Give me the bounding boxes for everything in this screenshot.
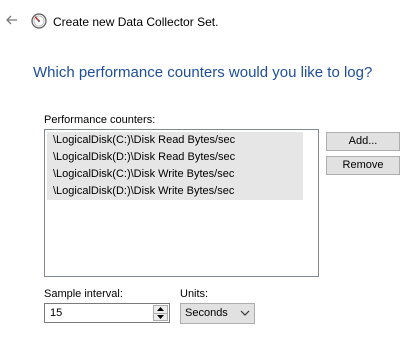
add-button[interactable]: Add...: [326, 132, 400, 151]
spin-up-button[interactable]: [153, 305, 168, 314]
back-arrow-icon: [6, 15, 17, 25]
spin-up-icon: [157, 307, 164, 312]
counter-list-item[interactable]: \LogicalDisk(D:)\Disk Read Bytes/sec: [47, 149, 303, 166]
counter-list-item[interactable]: \LogicalDisk(D:)\Disk Write Bytes/sec: [47, 183, 303, 200]
sample-interval-input[interactable]: [45, 304, 151, 322]
performance-counters-label: Performance counters:: [44, 114, 156, 126]
counter-list-item[interactable]: \LogicalDisk(C:)\Disk Write Bytes/sec: [47, 166, 303, 183]
page-headline: Which performance counters would you lik…: [33, 64, 373, 81]
data-collector-wizard: Create new Data Collector Set. Which per…: [0, 0, 418, 339]
spin-down-icon: [157, 314, 164, 319]
spin-buttons: [153, 305, 168, 321]
sample-interval-label: Sample interval:: [44, 288, 123, 300]
sample-interval-spinner: [44, 303, 170, 323]
counter-list-item[interactable]: \LogicalDisk(C:)\Disk Read Bytes/sec: [47, 132, 303, 149]
performance-monitor-icon: [31, 13, 47, 29]
window-title: Create new Data Collector Set.: [53, 15, 219, 29]
spin-down-button[interactable]: [153, 313, 168, 321]
performance-counters-list[interactable]: \LogicalDisk(C:)\Disk Read Bytes/sec \Lo…: [44, 129, 319, 277]
chevron-down-icon: [240, 310, 250, 316]
back-button[interactable]: [4, 12, 20, 28]
units-selected-value: Seconds: [185, 307, 228, 319]
units-dropdown[interactable]: Seconds: [180, 303, 255, 324]
units-label: Units:: [180, 288, 209, 300]
remove-button[interactable]: Remove: [326, 156, 400, 175]
